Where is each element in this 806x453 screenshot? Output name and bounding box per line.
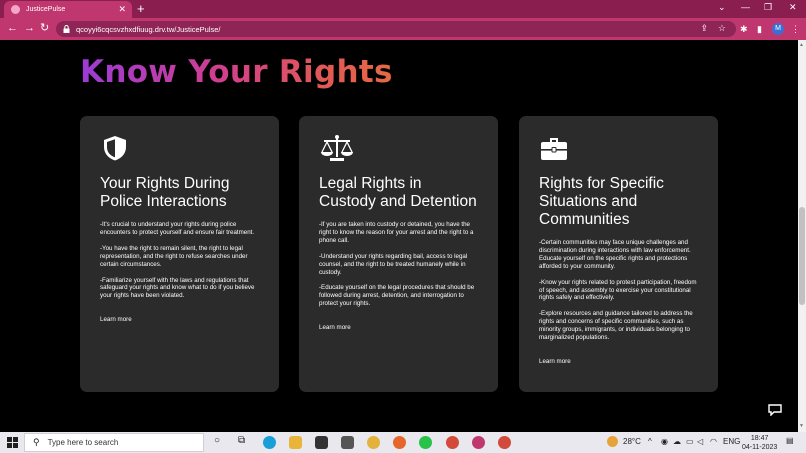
card-paragraph: -Certain communities may face unique cha… [539,239,691,270]
tab-strip: JusticePulse ✕ + ⌄ — ❐ ✕ [0,0,806,18]
task-view-icon[interactable]: ⧉ [238,435,245,446]
card-paragraph: -It's crucial to understand your rights … [100,221,255,236]
rights-card-communities: Rights for Specific Situations and Commu… [519,116,718,392]
tab-search-dropdown-icon[interactable]: ⌄ [718,2,726,13]
card-paragraph: -You have the right to remain silent, th… [100,244,248,268]
chrome-profile-icon[interactable] [446,436,459,449]
clock-date: 04-11-2023 [742,444,778,451]
cortana-icon[interactable]: ○ [214,435,220,446]
scrollbar-thumb[interactable] [799,207,805,305]
rights-card-custody: Legal Rights in Custody and Detention -I… [299,116,498,392]
share-icon[interactable]: ⇪ [700,23,708,34]
edge-icon[interactable] [263,436,276,449]
chrome-profile-icon[interactable] [472,436,485,449]
profile-avatar[interactable]: M [772,23,784,35]
taskbar-clock[interactable]: 18:47 04-11-2023 [742,434,777,452]
tray-app-icon[interactable]: ◉ [661,437,668,446]
reload-icon[interactable]: ↻ [40,22,49,35]
learn-more-link[interactable]: Learn more [100,316,132,323]
scales-icon [321,135,353,161]
shield-icon [104,136,126,161]
extensions-puzzle-icon[interactable]: ✱ [740,24,748,35]
learn-more-link[interactable]: Learn more [319,324,351,331]
windows-taskbar: ⚲ Type here to search ○ ⧉ 28°C ^ ◉ ☁ ▭ ◁… [0,432,806,453]
menu-kebab-icon[interactable]: ⋮ [791,24,800,35]
weather-temp[interactable]: 28°C [623,437,641,446]
chat-bubble-icon[interactable] [768,404,782,416]
site-favicon-icon [11,5,20,14]
battery-icon[interactable]: ▭ [686,437,694,446]
page-content: Know Your Rights Your Rights During Poli… [0,40,798,432]
rights-card-police: Your Rights During Police Interactions -… [80,116,279,392]
page-title: Know Your Rights [80,54,393,90]
search-placeholder[interactable]: Type here to search [48,438,119,447]
side-panel-icon[interactable]: ▮ [757,24,762,35]
forward-arrow-icon[interactable]: → [24,22,35,35]
card-paragraph: -If you are taken into custody or detain… [319,221,474,244]
card-paragraph: -Educate yourself on the legal procedure… [319,284,475,308]
close-window-button[interactable]: ✕ [789,2,797,13]
briefcase-icon [541,138,567,160]
input-language[interactable]: ENG [723,437,740,446]
bookmark-star-icon[interactable]: ☆ [718,23,726,34]
tab-title: JusticePulse [26,6,66,13]
taskbar-search-box[interactable]: ⚲ Type here to search [24,433,204,452]
minimize-button[interactable]: — [741,2,750,12]
card-paragraph: -Familiarize yourself with the laws and … [100,276,255,300]
network-icon[interactable]: ☁ [673,437,681,446]
card-paragraph: -Know your rights related to protest par… [539,278,697,302]
search-icon: ⚲ [33,437,40,447]
tray-chevron-icon[interactable]: ^ [648,437,652,446]
url-text[interactable]: qcoyyi6cqcsvzhxdfiuug.drv.tw/JusticePuls… [76,25,221,34]
clock-time: 18:47 [750,435,769,442]
card-title: Rights for Specific Situations and Commu… [539,175,664,228]
card-title: Legal Rights in Custody and Detention [319,175,477,210]
chrome-icon[interactable] [367,436,380,449]
scroll-down-icon[interactable]: ▼ [799,423,804,429]
notification-icon[interactable]: ▤ [786,436,794,445]
card-paragraph: -Explore resources and guidance tailored… [539,310,693,342]
mail-icon[interactable] [341,436,354,449]
wifi-icon[interactable]: ◠ [710,437,717,446]
store-icon[interactable] [315,436,328,449]
card-title: Your Rights During Police Interactions [100,175,230,210]
chrome-profile-icon[interactable] [498,436,511,449]
browser-tab[interactable]: JusticePulse ✕ [4,1,132,18]
page-scrollbar[interactable]: ▲ ▼ [798,40,806,432]
weather-icon [607,436,618,447]
file-explorer-icon[interactable] [289,436,302,449]
lock-icon[interactable] [63,25,70,33]
maximize-button[interactable]: ❐ [764,2,772,13]
new-tab-button[interactable]: + [137,2,145,15]
learn-more-link[interactable]: Learn more [539,358,571,365]
volume-icon[interactable]: ◁ [697,437,703,446]
toolbar: ← → ↻ qcoyyi6cqcsvzhxdfiuug.drv.tw/Justi… [0,18,806,40]
scroll-up-icon[interactable]: ▲ [799,42,804,48]
tab-close-icon[interactable]: ✕ [118,4,126,15]
back-arrow-icon[interactable]: ← [7,22,18,35]
whatsapp-icon[interactable] [419,436,432,449]
address-bar[interactable]: qcoyyi6cqcsvzhxdfiuug.drv.tw/JusticePuls… [56,21,736,37]
windows-start-icon[interactable] [7,437,18,448]
card-paragraph: -Understand your rights regarding bail, … [319,252,468,276]
firefox-icon[interactable] [393,436,406,449]
